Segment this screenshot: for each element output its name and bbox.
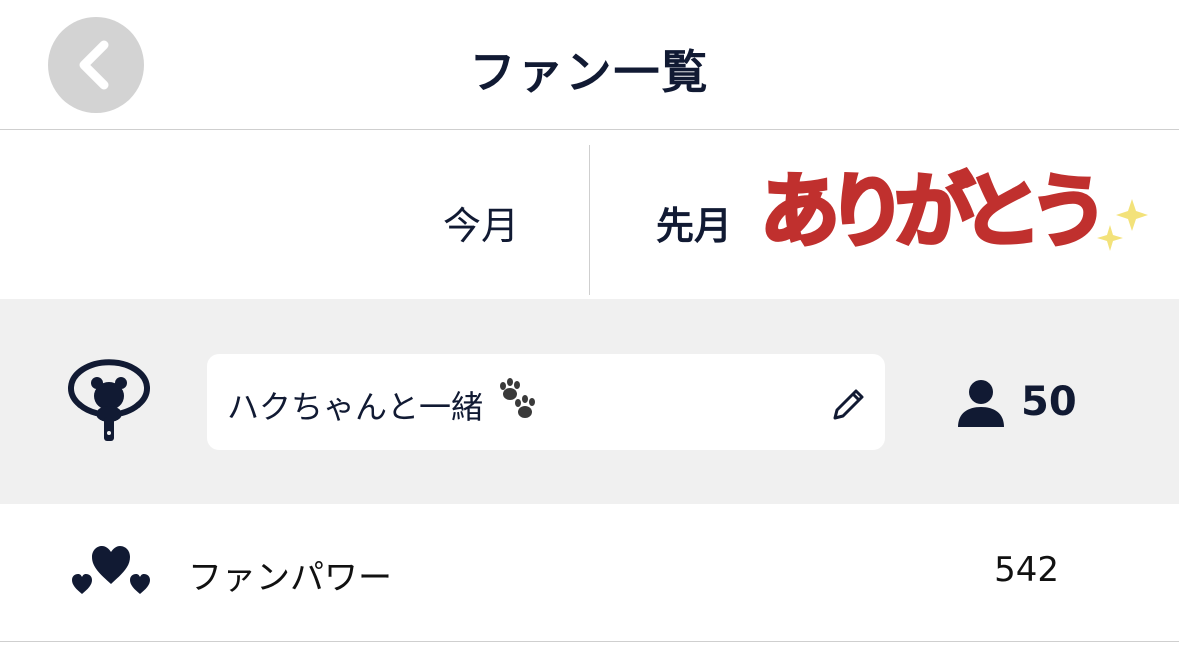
tab-last-month-label: 先月 (656, 204, 733, 248)
tab-this-month-label: 今月 (442, 204, 519, 248)
fan-club-section: ハクちゃんと一緒 50 (0, 299, 1179, 504)
member-count: 50 (1021, 379, 1077, 425)
fan-club-name-field[interactable]: ハクちゃんと一緒 (207, 354, 885, 450)
tab-this-month[interactable]: 今月 (0, 131, 589, 299)
hearts-icon (72, 546, 150, 594)
header-bar: ファン一覧 (0, 0, 1179, 130)
thanks-banner: ありがとう (758, 147, 1150, 271)
bear-fan-icon (66, 359, 152, 449)
svg-text:ありがとう: ありがとう (760, 165, 1105, 258)
tab-last-month[interactable]: 先月 ありがとう (590, 131, 1179, 299)
thanks-logo: ありがとう (758, 163, 1148, 260)
paw-icon (500, 378, 535, 418)
person-icon (958, 380, 1004, 427)
month-tabs: 今月 先月 ありがとう (0, 131, 1179, 299)
fan-club-name: ハクちゃんと一緒 (227, 388, 484, 426)
pencil-icon[interactable] (829, 384, 869, 424)
fan-power-row: ファンパワー 542 (0, 504, 1179, 642)
page-title: ファン一覧 (469, 45, 710, 99)
fan-power-label: ファンパワー (188, 558, 392, 598)
fan-power-value: 542 (994, 550, 1059, 590)
